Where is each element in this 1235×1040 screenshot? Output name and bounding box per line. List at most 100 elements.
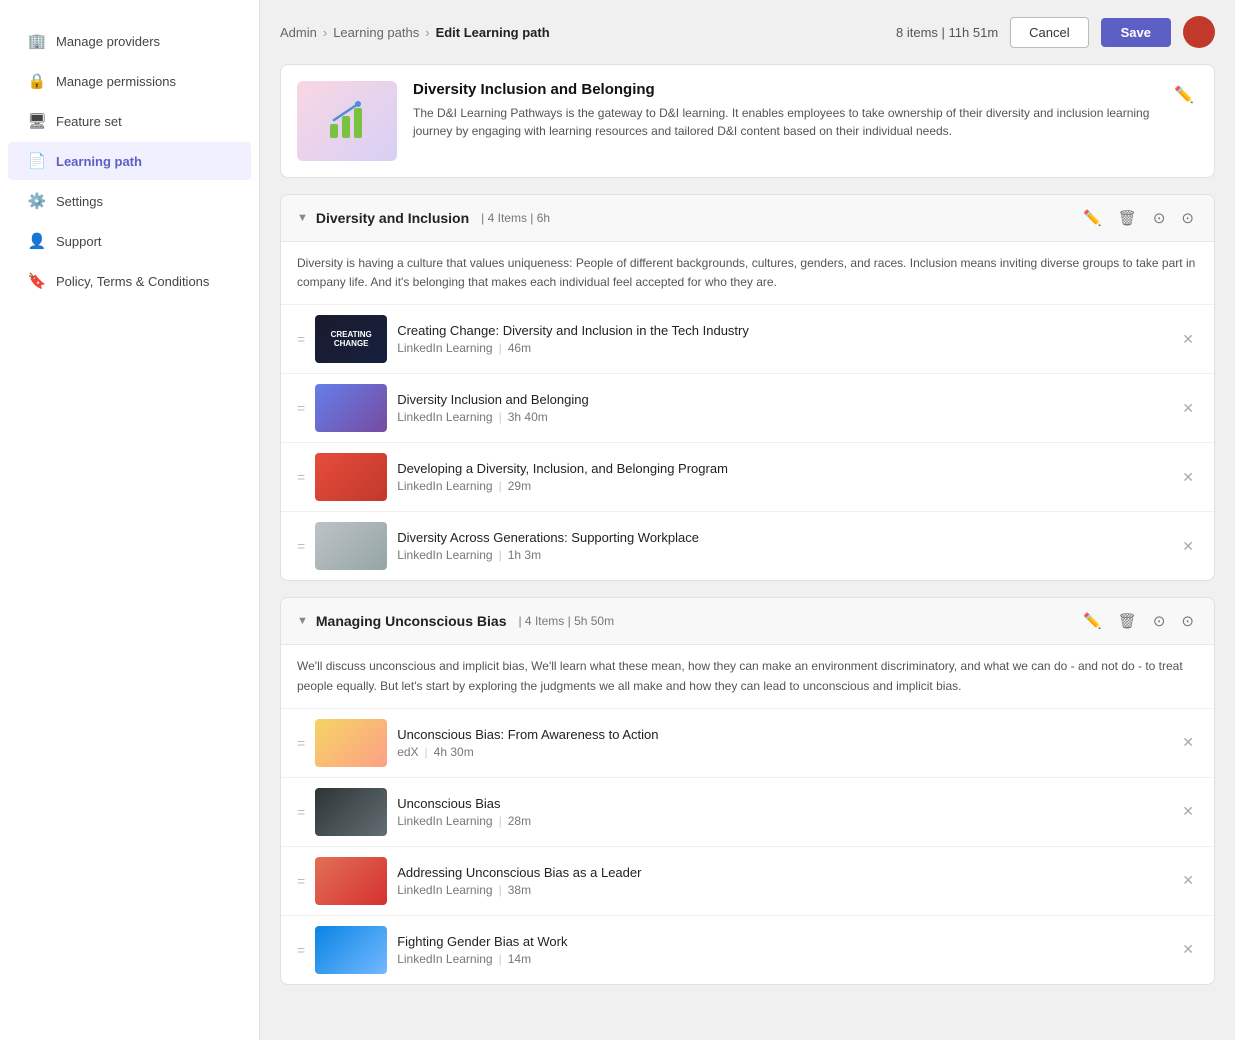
course-remove-developing-program[interactable]: ✕ <box>1178 465 1198 490</box>
drag-handle-diversity-across-generations[interactable]: = <box>297 538 305 554</box>
drag-handle-creating-change[interactable]: = <box>297 331 305 347</box>
breadcrumb-learning-paths[interactable]: Learning paths <box>333 25 419 40</box>
course-provider-creating-change: LinkedIn Learning <box>397 341 492 355</box>
section-diversity-and-inclusion: ▼ Diversity and Inclusion | 4 Items | 6h… <box>280 194 1215 581</box>
course-provider-diversity-across-generations: LinkedIn Learning <box>397 548 492 562</box>
collapse-icon-diversity-and-inclusion[interactable]: ▼ <box>297 212 308 224</box>
sidebar-icon-settings: ⚙️ <box>28 192 46 210</box>
sidebar-label-policy: Policy, Terms & Conditions <box>56 274 209 289</box>
course-info-unconscious-bias: Unconscious Bias LinkedIn Learning | 28m <box>397 796 1168 828</box>
section-description-diversity-and-inclusion: Diversity is having a culture that value… <box>281 242 1214 305</box>
drag-handle-addressing-unconscious-bias[interactable]: = <box>297 873 305 889</box>
sidebar-item-feature-set[interactable]: 🖥 Feature set <box>8 102 251 140</box>
section-up-managing-unconscious-bias[interactable]: ⊙ <box>1149 610 1170 632</box>
course-provider-developing-program: LinkedIn Learning <box>397 479 492 493</box>
main-content: Admin › Learning paths › Edit Learning p… <box>260 0 1235 1040</box>
drag-handle-developing-program[interactable]: = <box>297 469 305 485</box>
course-duration-diversity-inclusion-belonging: 3h 40m <box>508 410 548 424</box>
course-duration-addressing-unconscious-bias: 38m <box>508 883 531 897</box>
course-remove-addressing-unconscious-bias[interactable]: ✕ <box>1178 868 1198 893</box>
course-meta-addressing-unconscious-bias: LinkedIn Learning | 38m <box>397 883 1168 897</box>
sidebar-item-settings[interactable]: ⚙️ Settings <box>8 182 251 220</box>
sidebar-icon-manage-permissions: 🔒 <box>28 72 46 90</box>
path-title: Diversity Inclusion and Belonging <box>413 81 1154 98</box>
drag-handle-unconscious-bias-awareness[interactable]: = <box>297 735 305 751</box>
course-item-addressing-unconscious-bias: = Addressing Unconscious Bias as a Leade… <box>281 847 1214 916</box>
path-edit-icon[interactable]: ✏️ <box>1170 81 1198 109</box>
sidebar-label-support: Support <box>56 234 102 249</box>
path-header-info: Diversity Inclusion and Belonging The D&… <box>413 81 1154 140</box>
course-thumbnail-fighting-gender-bias <box>315 926 387 974</box>
course-item-diversity-inclusion-belonging: = Diversity Inclusion and Belonging Link… <box>281 374 1214 443</box>
items-info: 8 items | 11h 51m <box>896 25 998 40</box>
section-edit-managing-unconscious-bias[interactable]: ✏️ <box>1079 610 1106 632</box>
course-remove-diversity-across-generations[interactable]: ✕ <box>1178 534 1198 559</box>
cancel-button[interactable]: Cancel <box>1010 17 1088 48</box>
drag-handle-unconscious-bias[interactable]: = <box>297 804 305 820</box>
course-remove-unconscious-bias[interactable]: ✕ <box>1178 799 1198 824</box>
course-remove-creating-change[interactable]: ✕ <box>1178 327 1198 352</box>
path-header-thumbnail <box>297 81 397 161</box>
course-info-unconscious-bias-awareness: Unconscious Bias: From Awareness to Acti… <box>397 727 1168 759</box>
course-thumbnail-addressing-unconscious-bias <box>315 857 387 905</box>
course-title-fighting-gender-bias: Fighting Gender Bias at Work <box>397 934 1168 949</box>
course-remove-unconscious-bias-awareness[interactable]: ✕ <box>1178 730 1198 755</box>
sidebar-item-learning-path[interactable]: 📄 Learning path <box>8 142 251 180</box>
breadcrumb: Admin › Learning paths › Edit Learning p… <box>280 25 550 40</box>
course-duration-unconscious-bias-awareness: 4h 30m <box>434 745 474 759</box>
course-info-developing-program: Developing a Diversity, Inclusion, and B… <box>397 461 1168 493</box>
sidebar-label-manage-providers: Manage providers <box>56 34 160 49</box>
course-thumbnail-unconscious-bias-awareness <box>315 719 387 767</box>
course-meta-creating-change: LinkedIn Learning | 46m <box>397 341 1168 355</box>
course-meta-diversity-inclusion-belonging: LinkedIn Learning | 3h 40m <box>397 410 1168 424</box>
course-thumbnail-diversity-inclusion-belonging <box>315 384 387 432</box>
section-header-managing-unconscious-bias: ▼ Managing Unconscious Bias | 4 Items | … <box>281 598 1214 645</box>
section-actions-diversity-and-inclusion: ✏️ 🗑 ⊙ ⊙ <box>1079 207 1198 229</box>
sidebar-label-settings: Settings <box>56 194 103 209</box>
path-header-card: Diversity Inclusion and Belonging The D&… <box>280 64 1215 178</box>
course-provider-diversity-inclusion-belonging: LinkedIn Learning <box>397 410 492 424</box>
section-meta-managing-unconscious-bias: | 4 Items | 5h 50m <box>518 614 614 628</box>
section-down-managing-unconscious-bias[interactable]: ⊙ <box>1177 610 1198 632</box>
course-item-creating-change: = CREATING CHANGE Creating Change: Diver… <box>281 305 1214 374</box>
sidebar-label-manage-permissions: Manage permissions <box>56 74 176 89</box>
section-delete-managing-unconscious-bias[interactable]: 🗑 <box>1114 610 1141 632</box>
course-meta-unconscious-bias: LinkedIn Learning | 28m <box>397 814 1168 828</box>
sidebar-item-support[interactable]: 👤 Support <box>8 222 251 260</box>
section-up-diversity-and-inclusion[interactable]: ⊙ <box>1149 207 1170 229</box>
course-duration-fighting-gender-bias: 14m <box>508 952 531 966</box>
drag-handle-diversity-inclusion-belonging[interactable]: = <box>297 400 305 416</box>
topbar: Admin › Learning paths › Edit Learning p… <box>280 16 1215 48</box>
sidebar: 🏢 Manage providers 🔒 Manage permissions … <box>0 0 260 1040</box>
section-header-diversity-and-inclusion: ▼ Diversity and Inclusion | 4 Items | 6h… <box>281 195 1214 242</box>
course-info-addressing-unconscious-bias: Addressing Unconscious Bias as a Leader … <box>397 865 1168 897</box>
section-delete-diversity-and-inclusion[interactable]: 🗑 <box>1114 207 1141 229</box>
course-meta-fighting-gender-bias: LinkedIn Learning | 14m <box>397 952 1168 966</box>
drag-handle-fighting-gender-bias[interactable]: = <box>297 942 305 958</box>
breadcrumb-admin[interactable]: Admin <box>280 25 317 40</box>
section-description-managing-unconscious-bias: We'll discuss unconscious and implicit b… <box>281 645 1214 708</box>
collapse-icon-managing-unconscious-bias[interactable]: ▼ <box>297 615 308 627</box>
course-info-diversity-across-generations: Diversity Across Generations: Supporting… <box>397 530 1168 562</box>
section-edit-diversity-and-inclusion[interactable]: ✏️ <box>1079 207 1106 229</box>
course-title-diversity-inclusion-belonging: Diversity Inclusion and Belonging <box>397 392 1168 407</box>
course-item-unconscious-bias-awareness: = Unconscious Bias: From Awareness to Ac… <box>281 709 1214 778</box>
save-button[interactable]: Save <box>1101 18 1171 47</box>
sidebar-icon-manage-providers: 🏢 <box>28 32 46 50</box>
course-provider-fighting-gender-bias: LinkedIn Learning <box>397 952 492 966</box>
course-remove-diversity-inclusion-belonging[interactable]: ✕ <box>1178 396 1198 421</box>
sidebar-item-manage-permissions[interactable]: 🔒 Manage permissions <box>8 62 251 100</box>
section-title-diversity-and-inclusion: Diversity and Inclusion <box>316 210 469 226</box>
sidebar-icon-policy: 🔖 <box>28 272 46 290</box>
section-down-diversity-and-inclusion[interactable]: ⊙ <box>1177 207 1198 229</box>
avatar[interactable] <box>1183 16 1215 48</box>
course-info-fighting-gender-bias: Fighting Gender Bias at Work LinkedIn Le… <box>397 934 1168 966</box>
course-duration-creating-change: 46m <box>508 341 531 355</box>
sidebar-item-manage-providers[interactable]: 🏢 Manage providers <box>8 22 251 60</box>
course-title-diversity-across-generations: Diversity Across Generations: Supporting… <box>397 530 1168 545</box>
sidebar-icon-support: 👤 <box>28 232 46 250</box>
course-remove-fighting-gender-bias[interactable]: ✕ <box>1178 937 1198 962</box>
section-title-managing-unconscious-bias: Managing Unconscious Bias <box>316 613 507 629</box>
sidebar-item-policy[interactable]: 🔖 Policy, Terms & Conditions <box>8 262 251 300</box>
section-actions-managing-unconscious-bias: ✏️ 🗑 ⊙ ⊙ <box>1079 610 1198 632</box>
